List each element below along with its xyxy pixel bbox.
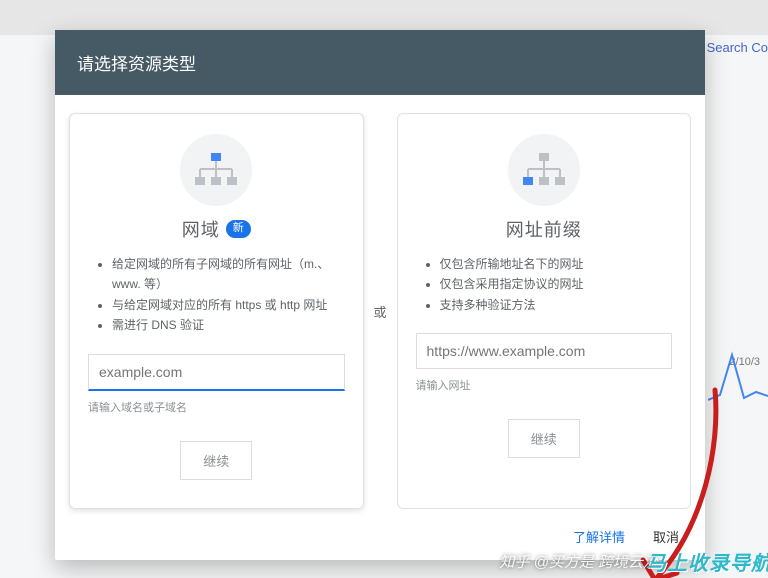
- domain-feature-list: 给定网域的所有子网域的所有网址（m.、www. 等） 与给定网域对应的所有 ht…: [88, 254, 345, 336]
- cancel-button[interactable]: 取消: [653, 527, 679, 546]
- domain-input-helper: 请输入域名或子域名: [88, 399, 345, 415]
- url-prefix-input[interactable]: [416, 333, 673, 369]
- domain-card-title: 网域: [182, 216, 220, 242]
- url-prefix-feature-list: 仅包含所输地址名下的网址 仅包含采用指定协议的网址 支持多种验证方法: [416, 254, 673, 315]
- url-prefix-title-row: 网址前缀: [506, 216, 582, 242]
- dialog-body: 网域 新 给定网域的所有子网域的所有网址（m.、www. 等） 与给定网域对应的…: [55, 95, 705, 517]
- domain-input-wrap: 请输入域名或子域名: [88, 354, 345, 415]
- url-prefix-input-wrap: 请输入网址: [416, 333, 673, 393]
- domain-continue-button[interactable]: 继续: [180, 441, 252, 480]
- or-separator: 或: [364, 302, 397, 321]
- dialog-title: 请选择资源类型: [55, 30, 705, 95]
- url-prefix-sitemap-icon: [508, 134, 580, 206]
- list-item: 与给定网域对应的所有 https 或 http 网址: [112, 295, 345, 315]
- list-item: 仅包含采用指定协议的网址: [440, 274, 673, 294]
- dialog-footer: 了解详情 取消: [55, 517, 705, 560]
- url-prefix-card-title: 网址前缀: [506, 216, 582, 242]
- list-item: 给定网域的所有子网域的所有网址（m.、www. 等）: [112, 254, 345, 295]
- domain-sitemap-icon: [180, 134, 252, 206]
- list-item: 需进行 DNS 验证: [112, 315, 345, 335]
- learn-more-link[interactable]: 了解详情: [573, 527, 625, 546]
- url-prefix-property-card[interactable]: 网址前缀 仅包含所输地址名下的网址 仅包含采用指定协议的网址 支持多种验证方法 …: [397, 113, 692, 509]
- background-search-console-label: Search Co: [707, 40, 768, 55]
- domain-property-card[interactable]: 网域 新 给定网域的所有子网域的所有网址（m.、www. 等） 与给定网域对应的…: [69, 113, 364, 509]
- background-sparkline: [708, 300, 768, 420]
- url-prefix-continue-button[interactable]: 继续: [508, 419, 580, 458]
- list-item: 支持多种验证方法: [440, 295, 673, 315]
- property-type-dialog: 请选择资源类型 网域 新: [55, 30, 705, 560]
- domain-input[interactable]: [88, 354, 345, 391]
- new-badge: 新: [226, 220, 251, 237]
- domain-title-row: 网域 新: [182, 216, 251, 242]
- url-prefix-input-helper: 请输入网址: [416, 377, 673, 393]
- list-item: 仅包含所输地址名下的网址: [440, 254, 673, 274]
